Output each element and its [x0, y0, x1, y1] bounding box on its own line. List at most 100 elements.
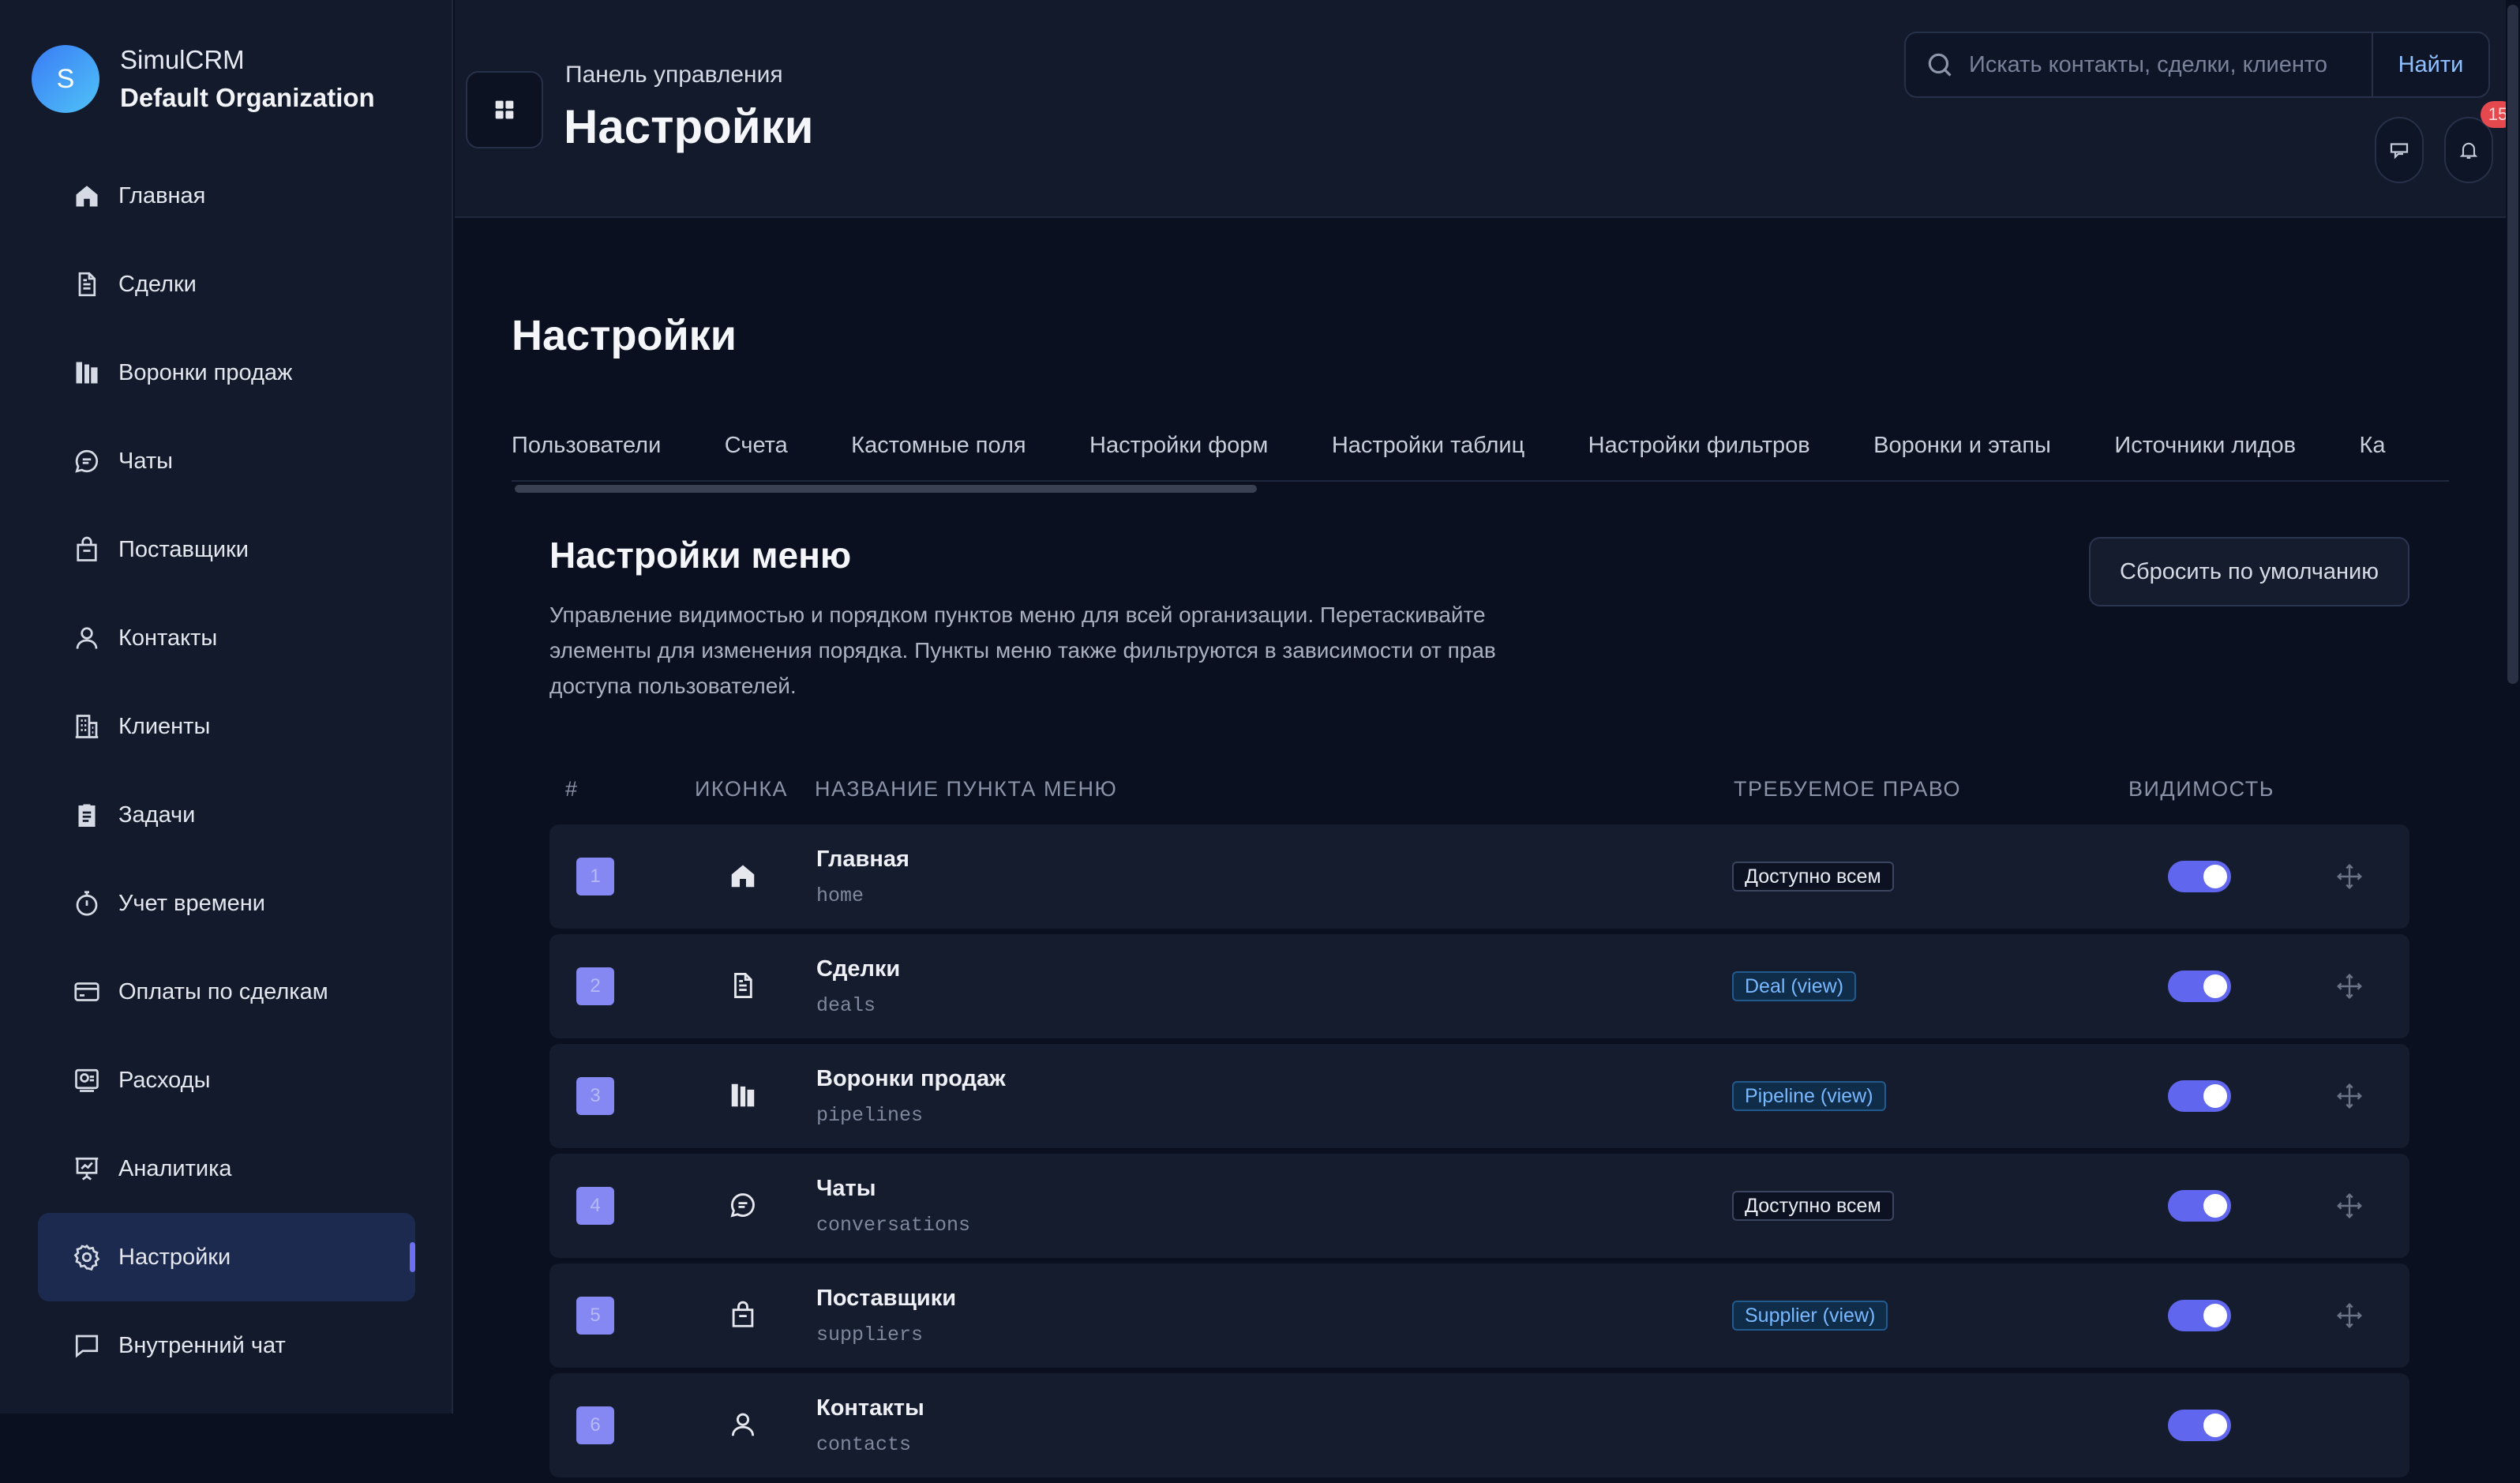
tab-pipelines-stages[interactable]: Воронки и этапы	[1873, 411, 2051, 480]
menu-item-name: Чаты	[816, 1176, 876, 1201]
sidebar-item-internal-chat[interactable]: Внутренний чат	[38, 1301, 415, 1390]
sidebar-item-tasks[interactable]: Задачи	[38, 771, 415, 859]
sidebar-item-label: Внутренний чат	[118, 1332, 286, 1358]
menu-item-key: pipelines	[816, 1104, 924, 1127]
chat-icon	[73, 447, 101, 475]
table-row[interactable]: 1 Главная home Доступно всем	[549, 824, 2409, 929]
sidebar-item-label: Воронки продаж	[118, 359, 293, 385]
message-square-icon	[73, 1331, 101, 1360]
tab-filter-settings[interactable]: Настройки фильтров	[1588, 411, 1810, 480]
organization-name: Default Organization	[120, 83, 375, 112]
sidebar-item-analytics[interactable]: Аналитика	[38, 1124, 415, 1213]
breadcrumb[interactable]: Панель управления	[565, 62, 783, 88]
page-title: Настройки	[564, 100, 814, 153]
row-order-number: 2	[576, 967, 614, 1005]
col-permission: ТРЕБУЕМОЕ ПРАВО	[1734, 777, 1962, 801]
col-num: #	[565, 777, 579, 801]
tab-invoices[interactable]: Счета	[725, 411, 788, 480]
home-icon	[728, 861, 758, 891]
permission-badge: Supplier (view)	[1732, 1301, 1888, 1331]
sidebar-item-suppliers[interactable]: Поставщики	[38, 505, 415, 594]
tabs-scrollbar[interactable]	[515, 485, 1257, 493]
permission-badge: Deal (view)	[1732, 971, 1857, 1001]
sidebar-item-label: Клиенты	[118, 713, 211, 739]
notifications-button[interactable]	[2444, 117, 2493, 183]
home-icon	[73, 182, 101, 210]
sidebar-item-label: Сделки	[118, 271, 197, 297]
table-row[interactable]: 5 Поставщики suppliers Supplier (view)	[549, 1263, 2409, 1368]
pipeline-icon	[73, 359, 101, 387]
visibility-toggle[interactable]	[2168, 1410, 2231, 1441]
tab-table-settings[interactable]: Настройки таблиц	[1332, 411, 1524, 480]
menu-item-key: deals	[816, 994, 876, 1017]
grid-icon	[491, 96, 518, 123]
sidebar-item-label: Расходы	[118, 1067, 211, 1093]
drag-handle-icon[interactable]	[2335, 862, 2364, 891]
menu-item-key: home	[816, 884, 864, 907]
visibility-toggle[interactable]	[2168, 861, 2231, 892]
menu-item-name: Главная	[816, 847, 909, 872]
apps-grid-button[interactable]	[466, 71, 543, 148]
table-header: # ИКОНКА НАЗВАНИЕ ПУНКТА МЕНЮ ТРЕБУЕМОЕ …	[549, 772, 2409, 809]
table-row[interactable]: 4 Чаты conversations Доступно всем	[549, 1154, 2409, 1258]
shopping-bag-icon	[73, 535, 101, 564]
drag-handle-icon[interactable]	[2335, 1301, 2364, 1330]
document-icon	[73, 270, 101, 298]
top-header: Панель управления Настройки Найти 15	[455, 0, 2515, 218]
sidebar-item-label: Настройки	[118, 1244, 231, 1270]
sidebar-item-home[interactable]: Главная	[38, 152, 415, 240]
sidebar-item-chats[interactable]: Чаты	[38, 417, 415, 505]
tab-lead-sources[interactable]: Источники лидов	[2114, 411, 2296, 480]
search-input[interactable]	[1967, 51, 2365, 79]
sidebar-item-settings[interactable]: Настройки	[38, 1213, 415, 1301]
drag-handle-icon[interactable]	[2335, 1192, 2364, 1220]
sidebar-item-contacts[interactable]: Контакты	[38, 594, 415, 682]
sidebar-item-deals[interactable]: Сделки	[38, 240, 415, 329]
table-row[interactable]: 3 Воронки продаж pipelines Pipeline (vie…	[549, 1044, 2409, 1148]
menu-item-name: Поставщики	[816, 1286, 957, 1311]
visibility-toggle[interactable]	[2168, 1300, 2231, 1331]
visibility-toggle[interactable]	[2168, 971, 2231, 1002]
sidebar-item-label: Учет времени	[118, 890, 265, 916]
row-order-number: 5	[576, 1297, 614, 1335]
reset-default-button[interactable]: Сбросить по умолчанию	[2089, 537, 2409, 606]
table-row[interactable]: 6 Контакты contacts	[549, 1373, 2409, 1477]
sidebar-item-label: Контакты	[118, 625, 218, 651]
table-row[interactable]: 2 Сделки deals Deal (view)	[549, 934, 2409, 1038]
sidebar-item-deal-payments[interactable]: Оплаты по сделкам	[38, 948, 415, 1036]
sidebar-item-time-tracking[interactable]: Учет времени	[38, 859, 415, 948]
tab-form-settings[interactable]: Настройки форм	[1089, 411, 1268, 480]
menu-item-name: Сделки	[816, 956, 901, 982]
col-name: НАЗВАНИЕ ПУНКТА МЕНЮ	[815, 777, 1118, 801]
tab-truncated[interactable]: Ка	[2359, 411, 2385, 480]
sidebar-item-label: Главная	[118, 182, 206, 208]
org-avatar[interactable]: S	[32, 45, 99, 113]
brand[interactable]: S SimulCRM Default Organization	[32, 41, 375, 117]
user-icon	[73, 624, 101, 652]
page-scrollbar-thumb[interactable]	[2507, 5, 2518, 684]
permission-badge: Доступно всем	[1732, 862, 1894, 892]
sidebar-item-pipelines[interactable]: Воронки продаж	[38, 329, 415, 417]
row-order-number: 4	[576, 1187, 614, 1225]
gear-icon	[73, 1243, 101, 1271]
clipboard-icon	[73, 801, 101, 829]
sidebar-item-clients[interactable]: Клиенты	[38, 682, 415, 771]
drag-handle-icon[interactable]	[2335, 972, 2364, 1001]
search-submit-button[interactable]: Найти	[2372, 33, 2488, 96]
receipt-icon	[73, 1066, 101, 1094]
sidebar-nav: Главная Сделки Воронки продаж Чаты Поста…	[38, 152, 415, 1390]
visibility-toggle[interactable]	[2168, 1080, 2231, 1112]
sidebar: S SimulCRM Default Organization Главная …	[0, 0, 453, 1414]
shopping-bag-icon	[728, 1300, 758, 1330]
megaphone-button[interactable]	[2375, 117, 2424, 183]
user-icon	[728, 1410, 758, 1440]
row-order-number: 3	[576, 1077, 614, 1115]
visibility-toggle[interactable]	[2168, 1190, 2231, 1222]
tab-users[interactable]: Пользователи	[512, 411, 661, 480]
tab-custom-fields[interactable]: Кастомные поля	[851, 411, 1026, 480]
drag-handle-icon[interactable]	[2335, 1082, 2364, 1110]
pipeline-icon	[728, 1080, 758, 1110]
global-search: Найти	[1904, 32, 2490, 98]
sidebar-item-expenses[interactable]: Расходы	[38, 1036, 415, 1124]
menu-item-key: contacts	[816, 1433, 912, 1456]
